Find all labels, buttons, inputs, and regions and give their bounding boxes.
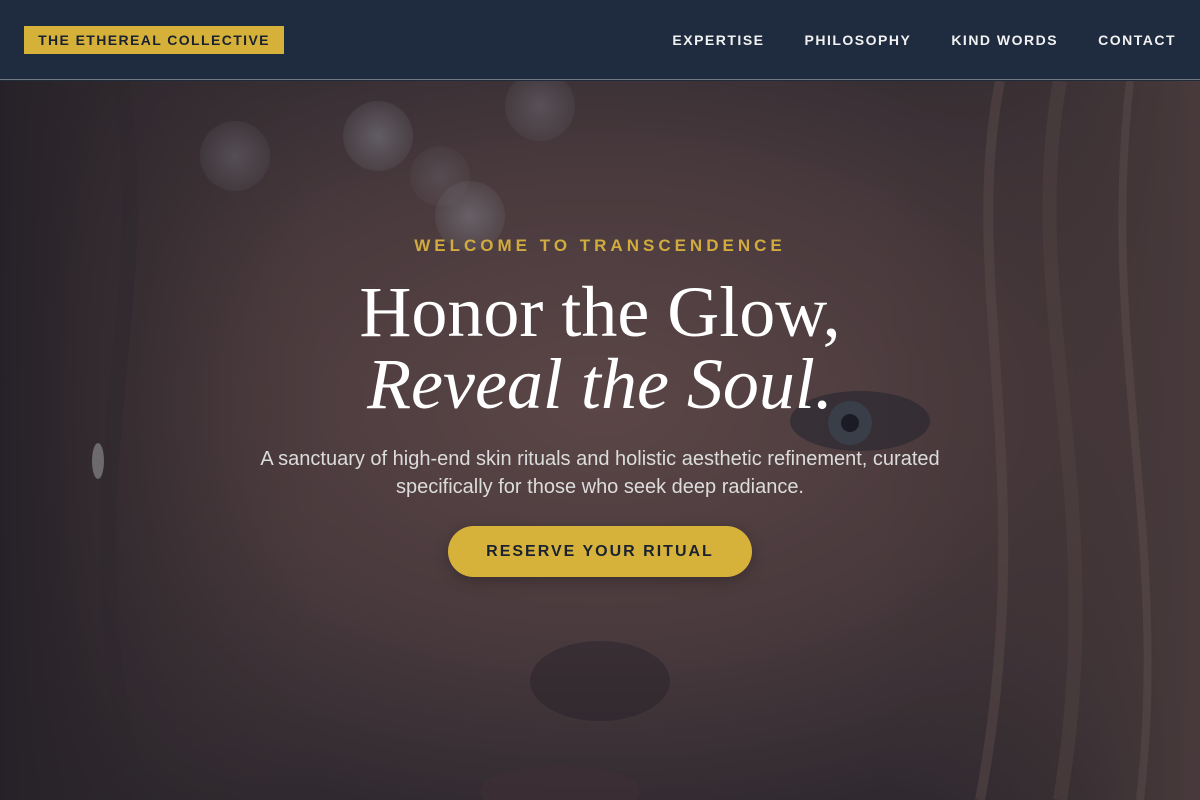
nav-item-philosophy[interactable]: PHILOSOPHY [805, 32, 912, 48]
hero-eyebrow: WELCOME TO TRANSCENDENCE [414, 236, 786, 255]
nav-item-kind-words[interactable]: KIND WORDS [951, 32, 1058, 48]
hero-section: WELCOME TO TRANSCENDENCE Honor the Glow,… [0, 81, 1200, 800]
nav-item-expertise[interactable]: EXPERTISE [672, 32, 764, 48]
hero-headline: Honor the Glow, Reveal the Soul. [0, 276, 1200, 420]
reserve-ritual-button[interactable]: RESERVE YOUR RITUAL [448, 526, 752, 577]
brand-logo[interactable]: THE ETHEREAL COLLECTIVE [24, 26, 284, 54]
hero-headline-line2: Reveal the Soul. [367, 344, 833, 424]
hero-content: WELCOME TO TRANSCENDENCE Honor the Glow,… [0, 81, 1200, 800]
main-nav: EXPERTISE PHILOSOPHY KIND WORDS CONTACT [672, 0, 1176, 80]
site-header: THE ETHEREAL COLLECTIVE EXPERTISE PHILOS… [0, 0, 1200, 80]
hero-subtext: A sanctuary of high-end skin rituals and… [260, 448, 940, 498]
nav-item-contact[interactable]: CONTACT [1098, 32, 1176, 48]
hero-headline-line1: Honor the Glow, [359, 272, 841, 352]
